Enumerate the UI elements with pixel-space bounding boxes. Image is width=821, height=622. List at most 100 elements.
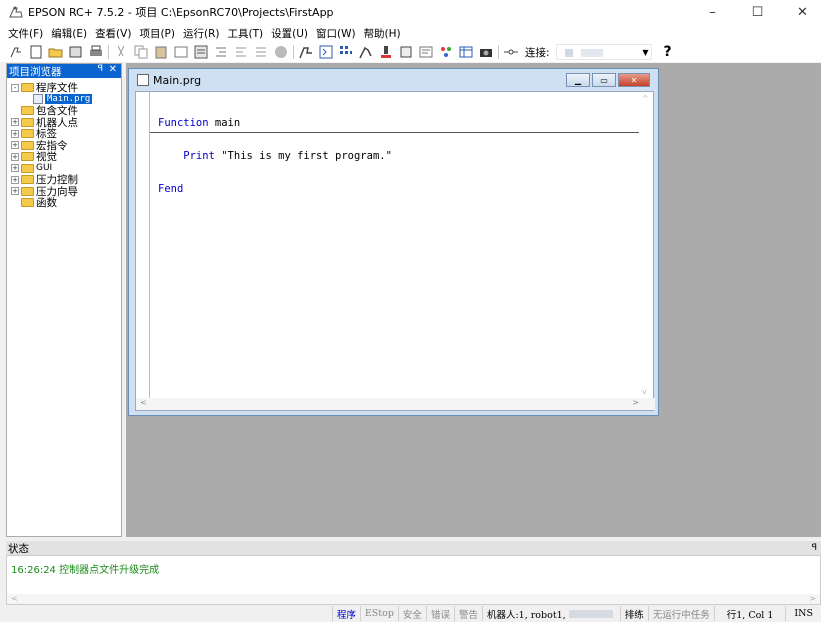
scroll-right-icon[interactable]: >	[632, 398, 639, 407]
io-monitor-icon[interactable]	[173, 44, 189, 60]
simulator-icon[interactable]	[398, 44, 414, 60]
code-text[interactable]: Function main Print "This is my first pr…	[158, 96, 392, 217]
new-file-icon[interactable]	[28, 44, 44, 60]
status-safety: 安全	[397, 606, 426, 621]
expand-icon[interactable]: +	[11, 118, 19, 127]
status-panel-header: 状态 ꟼ	[6, 541, 821, 555]
toolbar-separator	[498, 45, 499, 59]
minimize-button[interactable]: ▁	[566, 73, 590, 87]
status-panel-title: 状态	[8, 542, 29, 555]
scroll-left-icon[interactable]: <	[140, 398, 147, 407]
camera-icon[interactable]	[478, 44, 494, 60]
redacted-connection-icon	[564, 49, 573, 57]
indent-icon[interactable]	[213, 44, 229, 60]
tree-item-program-files[interactable]: - 程序文件	[7, 82, 121, 94]
project-explorer: 项目浏览器 ꟼ ✕ - 程序文件 Main.prg 包含文件 + 机器人点 + …	[6, 63, 122, 537]
tree-item-force-guide[interactable]: + 压力向导	[7, 186, 121, 198]
collapse-icon[interactable]: -	[11, 83, 19, 92]
status-program: 程序	[331, 606, 360, 621]
tree-item-functions[interactable]: 函数	[7, 197, 121, 209]
expand-icon[interactable]: +	[11, 129, 19, 138]
force-icon[interactable]	[378, 44, 394, 60]
open-folder-icon[interactable]	[48, 44, 64, 60]
folder-icon	[21, 198, 34, 208]
editor-window: Main.prg ▁ ▭ ✕ Function main Print "This…	[128, 68, 659, 416]
vertical-scrollbar[interactable]: ^ v	[639, 92, 653, 398]
robot-manager-icon[interactable]	[298, 44, 314, 60]
folder-icon	[21, 129, 34, 139]
menu-help[interactable]: 帮助(H)	[360, 26, 405, 41]
menu-edit[interactable]: 编辑(E)	[47, 26, 91, 41]
tree-item-macros[interactable]: + 宏指令	[7, 140, 121, 152]
scroll-left-icon[interactable]: <	[11, 594, 18, 603]
pin-icon[interactable]: ꟼ	[98, 64, 103, 74]
vision-icon[interactable]	[358, 44, 374, 60]
tree-item-robot-points[interactable]: + 机器人点	[7, 117, 121, 129]
copy-icon[interactable]	[133, 44, 149, 60]
gui-builder-icon[interactable]	[418, 44, 434, 60]
points-icon[interactable]	[193, 44, 209, 60]
comment-icon[interactable]	[233, 44, 249, 60]
status-warning: 警告	[453, 606, 482, 621]
connect-icon[interactable]	[503, 44, 519, 60]
connection-dropdown[interactable]: ▼	[555, 44, 652, 60]
status-panel: 16:26:24 控制器点文件升级完成 < >	[6, 555, 821, 605]
folder-open-icon	[21, 83, 34, 93]
expand-icon[interactable]: +	[11, 187, 19, 196]
scroll-right-icon[interactable]: >	[809, 594, 816, 603]
menu-bar: 文件(F) 编辑(E) 查看(V) 项目(P) 运行(R) 工具(T) 设置(U…	[0, 24, 821, 42]
minimize-button[interactable]: –	[694, 0, 731, 24]
io-icon[interactable]	[338, 44, 354, 60]
table-icon[interactable]	[458, 44, 474, 60]
function-separator	[150, 132, 640, 133]
expand-icon[interactable]: +	[11, 175, 19, 184]
menu-project[interactable]: 项目(P)	[135, 26, 179, 41]
expand-icon[interactable]: +	[11, 152, 19, 161]
status-message: 16:26:24 控制器点文件升级完成	[11, 565, 160, 576]
status-robot: 机器人:1, robot1,	[481, 606, 620, 621]
chevron-down-icon[interactable]: ▼	[642, 48, 648, 57]
horizontal-scrollbar[interactable]: < >	[7, 594, 820, 604]
paste-icon[interactable]	[153, 44, 169, 60]
menu-setup[interactable]: 设置(U)	[267, 26, 312, 41]
expand-icon[interactable]: +	[11, 164, 19, 173]
command-window-icon[interactable]	[318, 44, 334, 60]
close-button[interactable]: ✕	[784, 0, 821, 24]
status-estop: EStop	[359, 606, 398, 621]
menu-view[interactable]: 查看(V)	[91, 26, 135, 41]
tree-item-vision[interactable]: + 视觉	[7, 151, 121, 163]
menu-file[interactable]: 文件(F)	[4, 26, 47, 41]
scroll-down-icon[interactable]: v	[642, 387, 647, 396]
close-button[interactable]: ✕	[618, 73, 650, 87]
maximize-button[interactable]: ☐	[739, 0, 776, 24]
editor-gutter	[136, 92, 150, 402]
folder-icon	[21, 140, 34, 150]
part-feeder-icon[interactable]	[438, 44, 454, 60]
list-icon[interactable]	[253, 44, 269, 60]
open-project-icon[interactable]	[68, 44, 84, 60]
code-editor[interactable]: Function main Print "This is my first pr…	[135, 91, 655, 411]
project-explorer-title: 项目浏览器	[9, 65, 62, 78]
menu-tools[interactable]: 工具(T)	[223, 26, 267, 41]
program-file-icon	[137, 74, 149, 86]
pin-icon[interactable]: ꟼ	[812, 543, 817, 553]
expand-icon[interactable]: +	[11, 141, 19, 150]
horizontal-scrollbar[interactable]: < >	[136, 398, 655, 410]
menu-window[interactable]: 窗口(W)	[312, 26, 360, 41]
new-project-icon[interactable]	[8, 44, 24, 60]
status-tasks: 无运行中任务	[647, 606, 714, 621]
scroll-up-icon[interactable]: ^	[642, 94, 649, 103]
menu-run[interactable]: 运行(R)	[179, 26, 224, 41]
print-icon[interactable]	[88, 44, 104, 60]
cut-icon[interactable]	[113, 44, 129, 60]
tree-item-label: 函数	[36, 197, 57, 210]
close-icon[interactable]: ✕	[109, 64, 117, 75]
maximize-button[interactable]: ▭	[592, 73, 616, 87]
connection-label: 连接:	[525, 46, 550, 59]
stop-icon[interactable]	[273, 44, 289, 60]
app-window: EPSON RC+ 7.5.2 - 项目 C:\EpsonRC70\Projec…	[0, 0, 821, 622]
redacted-connection-name	[580, 49, 603, 57]
title-bar: EPSON RC+ 7.5.2 - 项目 C:\EpsonRC70\Projec…	[0, 0, 821, 24]
help-button[interactable]: ?	[664, 44, 672, 60]
project-explorer-header: 项目浏览器 ꟼ ✕	[7, 64, 121, 78]
